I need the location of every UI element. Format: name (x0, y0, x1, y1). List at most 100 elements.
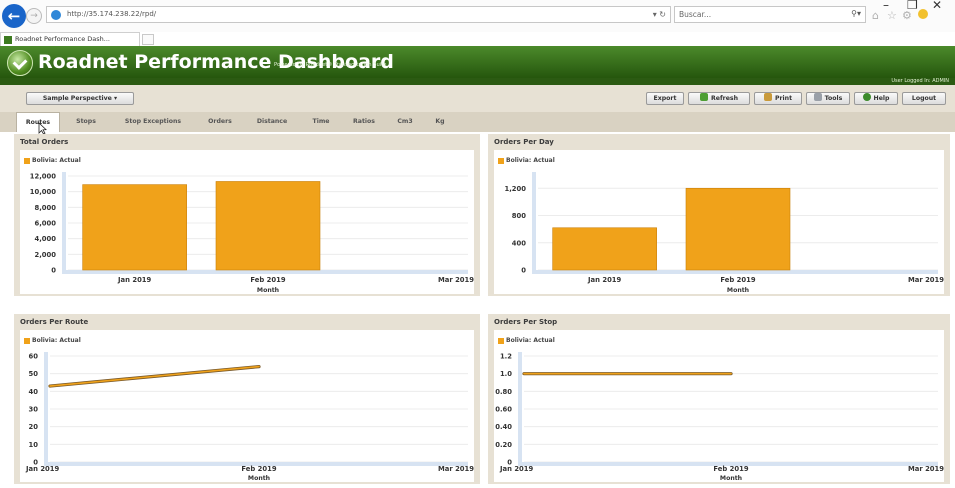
y-tick-label: 4,000 (35, 235, 57, 243)
address-bar[interactable]: http://35.174.238.22/rpd/ ▾ ↻ (46, 6, 671, 23)
tab-title: Roadnet Performance Dash... (15, 35, 110, 43)
x-tick-label: Jan 2019 (587, 276, 622, 284)
tab-kg[interactable]: Kg (428, 112, 452, 132)
y-tick-label: 10,000 (30, 188, 56, 196)
forward-button[interactable]: → (26, 8, 42, 24)
y-tick-label: 1.2 (500, 353, 512, 361)
y-tick-label: 0.20 (495, 441, 512, 449)
minimize-icon[interactable]: – (883, 0, 889, 12)
tools-label: Tools (824, 95, 843, 102)
y-tick-label: 10 (29, 441, 39, 449)
y-tick-label: 6,000 (35, 220, 57, 228)
tab-orders[interactable]: Orders (200, 112, 240, 132)
browser-search-box[interactable]: Buscar... ⚲▾ (674, 6, 866, 23)
x-tick-label: Feb 2019 (713, 465, 748, 473)
tab-ratios[interactable]: Ratios (346, 112, 382, 132)
tools-button[interactable]: Tools (806, 92, 850, 105)
print-label: Print (774, 95, 793, 102)
roadnet-logo-icon (7, 50, 33, 76)
orders-per-day-chart: 1,200 800 400 0 Jan 2019 Feb 2019 Mar 2019 Mont… (505, 172, 944, 294)
y-axis (44, 352, 48, 462)
x-tick-label: Mar 2019 (438, 276, 474, 284)
y-tick-label: 1.0 (500, 370, 512, 378)
refresh-icon (700, 93, 708, 101)
refresh-dropdown-icon[interactable]: ▾ ↻ (653, 10, 666, 19)
orders-per-route-chart: 6050403020100Jan 2019 Feb 2019 Mar 2019Mon… (25, 352, 474, 482)
y-tick-label: 400 (512, 239, 526, 247)
x-tick-label: Feb 2019 (720, 276, 755, 284)
y-tick-label: 0.80 (495, 388, 512, 396)
x-axis (532, 270, 938, 274)
close-icon[interactable]: ✕ (932, 0, 942, 12)
perspective-dropdown[interactable]: Sample Perspective ▾ (26, 92, 134, 105)
tab-favicon-icon (4, 36, 12, 44)
y-tick-label: 60 (29, 353, 39, 361)
tools-icon (813, 93, 822, 101)
chart-plot-area: Bolivia: Actual 1.2 1.0 0.80 0.60 0.40 0.20 0 J… (494, 330, 944, 482)
url-text: http://35.174.238.22/rpd/ (67, 10, 157, 18)
export-button[interactable]: Export (646, 92, 684, 105)
y-tick-label: 0 (521, 267, 526, 275)
help-label: Help (873, 95, 890, 102)
bar (82, 184, 187, 271)
y-tick-label: 2,000 (35, 251, 57, 259)
x-tick-label: Mar 2019 (908, 465, 944, 473)
bar (552, 227, 657, 271)
orders-per-stop-chart: 1.21.00.800.600.400.200Jan 2019 Feb 2019 M… (495, 352, 944, 482)
bar (685, 187, 791, 271)
y-tick-label: 50 (29, 370, 39, 378)
tab-distance[interactable]: Distance (248, 112, 296, 132)
perspective-label: Sample Perspective (42, 95, 112, 102)
y-tick-label: 0 (51, 267, 56, 275)
browser-tab[interactable]: Roadnet Performance Dash... (0, 32, 140, 46)
search-icon[interactable]: ⚲▾ (851, 9, 861, 18)
y-axis (518, 352, 522, 462)
back-button[interactable]: ← (2, 4, 26, 28)
smiley-feedback-icon[interactable] (918, 9, 928, 19)
panel-total-orders: Total Orders Bolivia: Actual 12,000 10,00… (14, 134, 480, 296)
y-tick-label: 12,000 (30, 173, 56, 181)
x-axis-title: Month (727, 287, 749, 294)
panel-orders-per-stop: Orders Per Stop Bolivia: Actual 1.2 1.0 0.… (488, 314, 950, 484)
chart-plot-area: Bolivia: Actual 12,000 10,000 8,000 6,000 4,… (20, 150, 474, 294)
y-tick-label: 0.40 (495, 423, 512, 431)
tab-stop-exceptions[interactable]: Stop Exceptions (114, 112, 192, 132)
x-tick-label: Mar 2019 (438, 465, 474, 473)
x-tick-label: Feb 2019 (241, 465, 276, 473)
chart-plot-area: Bolivia: Actual 60 50 40 30 20 10 0 Jan 2019 Feb… (20, 330, 474, 482)
print-button[interactable]: Print (754, 92, 802, 105)
y-tick-label: 1,200 (505, 185, 527, 193)
new-tab-button[interactable] (142, 34, 154, 45)
print-icon (763, 93, 772, 101)
x-tick-label: Mar 2019 (908, 276, 944, 284)
bar (215, 181, 321, 271)
refresh-label: Refresh (711, 95, 738, 102)
x-axis-title: Month (248, 475, 270, 482)
tab-cm3[interactable]: Cm3 (390, 112, 420, 132)
tab-stops[interactable]: Stops (66, 112, 106, 132)
y-axis (532, 172, 536, 270)
x-axis (62, 270, 468, 274)
help-icon (862, 93, 871, 101)
export-label: Export (653, 95, 677, 102)
y-tick-label: 0.60 (495, 406, 512, 414)
total-orders-chart: 12,000 10,000 8,000 6,000 4,000 2,000 0 Jan 201… (30, 172, 474, 294)
tab-time[interactable]: Time (304, 112, 338, 132)
y-tick-label: 20 (29, 423, 39, 431)
app-header: Roadnet Performance Dashboard Powered by… (0, 46, 955, 78)
y-tick-label: 8,000 (35, 204, 57, 212)
x-tick-label: Jan 2019 (25, 465, 60, 473)
x-axis-title: Month (257, 287, 279, 294)
x-tick-label: Feb 2019 (250, 276, 285, 284)
user-logged-in: User Logged In: ADMIN (891, 78, 949, 84)
home-icon[interactable]: ⌂ (872, 9, 879, 22)
panel-title: Orders Per Route (20, 318, 89, 326)
panel-orders-per-day: Orders Per Day Bolivia: Actual 1,200 800 4… (488, 134, 950, 296)
help-button[interactable]: Help (854, 92, 898, 105)
logout-button[interactable]: Logout (902, 92, 946, 105)
app-subtitle: Powered by Roadnet® Transportation Suite (274, 62, 387, 68)
refresh-button[interactable]: Refresh (688, 92, 750, 105)
maximize-icon[interactable]: ❐ (907, 0, 918, 12)
ie-page-icon (51, 10, 61, 20)
y-tick-label: 40 (29, 388, 39, 396)
